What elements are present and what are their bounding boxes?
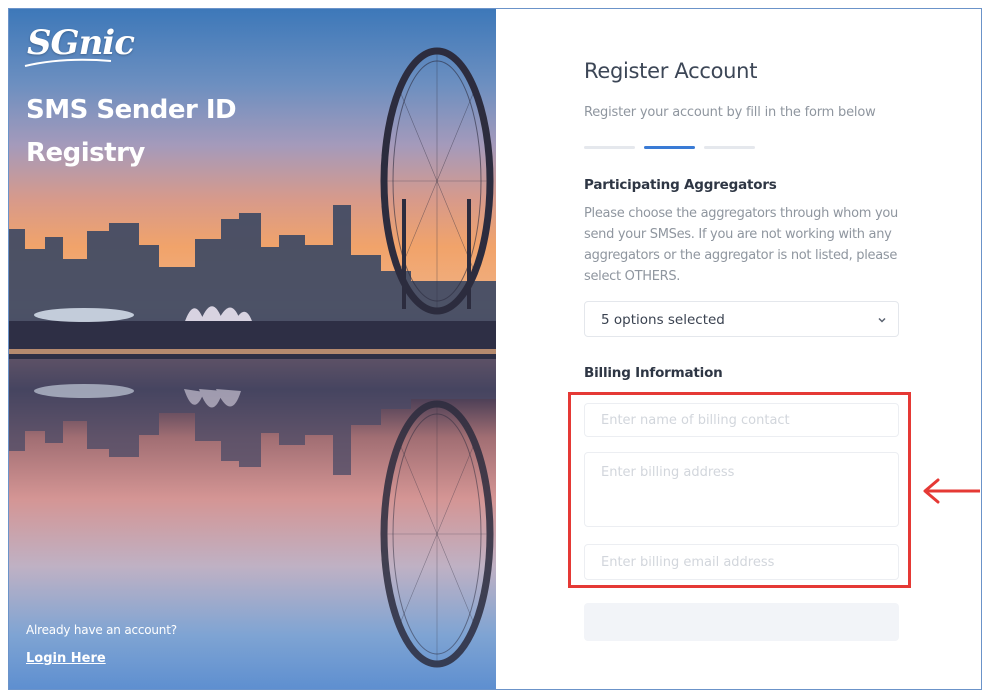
login-link[interactable]: Login Here: [26, 651, 106, 666]
submit-button[interactable]: [584, 603, 899, 641]
hero-title-line-1: SMS Sender ID: [26, 95, 237, 125]
aggregators-label: Participating Aggregators: [584, 177, 777, 193]
aggregators-help-text: Please choose the aggregators through wh…: [584, 206, 898, 284]
logo-swoosh-icon: [24, 58, 112, 67]
step-1-indicator: [584, 146, 635, 149]
chevron-down-icon: [878, 317, 886, 323]
hero-title: SMS Sender ID Registry: [26, 89, 286, 175]
form-subtitle: Register your account by fill in the for…: [584, 105, 876, 120]
form-title: Register Account: [584, 59, 758, 83]
step-3-indicator: [704, 146, 755, 149]
have-account-text: Already have an account?: [26, 623, 177, 637]
hero-panel: SGnic SMS Sender ID Registry Already hav…: [9, 9, 496, 689]
aggregators-multiselect[interactable]: 5 options selected: [584, 301, 899, 337]
billing-label: Billing Information: [584, 365, 723, 381]
hero-title-line-2: Registry: [26, 138, 145, 168]
arrow-left-icon: [923, 478, 980, 504]
billing-highlight-box: [568, 392, 911, 588]
step-progress-indicator: [584, 146, 755, 149]
aggregators-selected-value: 5 options selected: [601, 312, 725, 328]
step-2-indicator-active: [644, 146, 695, 149]
